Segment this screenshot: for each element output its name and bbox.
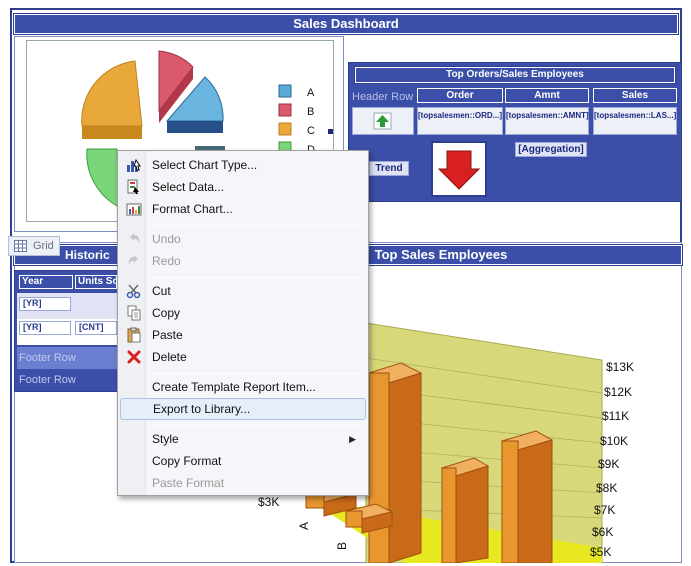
col-order[interactable]: Order — [417, 88, 503, 103]
trend-indicator[interactable] — [431, 141, 487, 197]
menu-format-chart[interactable]: Format Chart... — [120, 198, 366, 220]
paste-icon — [126, 327, 142, 343]
menu-copy[interactable]: Copy — [120, 302, 366, 324]
scissors-icon — [126, 283, 142, 299]
undo-icon — [126, 231, 142, 247]
menu-label: Delete — [152, 350, 187, 364]
menu-label: Copy Format — [152, 454, 222, 468]
menu-label: Create Template Report Item... — [152, 380, 316, 394]
menu-redo[interactable]: Redo — [120, 250, 366, 272]
bar-1 — [367, 362, 423, 564]
menu-delete[interactable]: Delete — [120, 346, 366, 368]
pie-slice-d — [86, 148, 120, 208]
menu-paste-format[interactable]: Paste Format — [120, 472, 366, 494]
copy-icon — [126, 305, 142, 321]
pie-legend: A B C D — [278, 84, 315, 156]
x-label-a: A — [297, 522, 311, 530]
legend-b: B — [307, 106, 314, 118]
menu-separator — [148, 425, 364, 426]
menu-select-chart-type[interactable]: Select Chart Type... — [120, 154, 366, 176]
hist-field-cnt[interactable]: [CNT] — [75, 321, 117, 335]
field-amnt[interactable]: [topsalesmen::AMNT] — [505, 107, 589, 135]
hist-footer-1: Footer Row — [17, 347, 117, 369]
menu-label: Style — [152, 432, 179, 446]
top-orders-table[interactable]: Top Orders/Sales Employees Header Row Or… — [348, 62, 682, 202]
legend-c: C — [307, 125, 315, 137]
trend-label[interactable]: Trend — [369, 161, 409, 176]
y-tick-3k: $3K — [258, 495, 279, 509]
legend-a: A — [307, 87, 315, 99]
menu-label: Paste Format — [152, 476, 225, 490]
menu-label: Format Chart... — [152, 202, 233, 216]
y-tick-11k: $11K — [602, 409, 629, 423]
menu-label: Select Chart Type... — [152, 158, 258, 172]
green-up-arrow-icon — [373, 112, 392, 130]
menu-paste[interactable]: Paste — [120, 324, 366, 346]
pie-slice-a — [81, 60, 143, 127]
menu-label: Export to Library... — [153, 402, 251, 416]
hist-col-units[interactable]: Units So — [75, 275, 117, 289]
resize-handle[interactable] — [328, 129, 333, 134]
up-arrow-cell — [352, 107, 414, 135]
y-tick-7k: $7K — [594, 503, 615, 517]
grid-icon — [14, 240, 27, 258]
y-tick-12k: $12K — [604, 385, 632, 399]
menu-undo[interactable]: Undo — [120, 228, 366, 250]
y-tick-8k: $8K — [596, 481, 617, 495]
historic-table[interactable]: Year Units So [YR] [YR] [CNT] Footer Row… — [14, 270, 118, 392]
menu-cut[interactable]: Cut — [120, 280, 366, 302]
chart-type-icon — [126, 157, 142, 173]
submenu-arrow-icon: ▶ — [349, 434, 356, 444]
dashboard-title: Sales Dashboard — [13, 13, 679, 35]
grid-tab-label: Grid — [33, 240, 54, 252]
format-chart-icon — [126, 201, 142, 217]
menu-export-library[interactable]: Export to Library... — [120, 398, 366, 420]
redo-icon — [126, 253, 142, 269]
hist-field-yr-2[interactable]: [YR] — [19, 321, 71, 335]
y-tick-6k: $6K — [592, 525, 613, 539]
delete-icon — [126, 349, 142, 365]
y-tick-9k: $9K — [598, 457, 619, 471]
menu-label: Redo — [152, 254, 181, 268]
hist-col-year[interactable]: Year — [19, 275, 73, 289]
menu-separator — [148, 277, 364, 278]
col-amnt[interactable]: Amnt — [505, 88, 589, 103]
menu-label: Undo — [152, 232, 181, 246]
col-sales[interactable]: Sales — [593, 88, 677, 103]
y-tick-13k: $13K — [606, 360, 634, 374]
orders-title: Top Orders/Sales Employees — [354, 66, 676, 84]
bar-2 — [440, 457, 490, 564]
hist-footer-2: Footer Row — [17, 369, 117, 391]
y-tick-10k: $10K — [600, 434, 628, 448]
menu-label: Cut — [152, 284, 171, 298]
menu-create-template[interactable]: Create Template Report Item... — [120, 376, 366, 398]
menu-separator — [148, 225, 364, 226]
select-data-icon — [126, 179, 142, 195]
menu-label: Paste — [152, 328, 183, 342]
field-order[interactable]: [topsalesmen::ORD...] — [417, 107, 503, 135]
pie-slice-c-dark — [167, 121, 223, 133]
menu-label: Select Data... — [152, 180, 225, 194]
field-sales[interactable]: [topsalesmen::LAS...] — [593, 107, 677, 135]
menu-style[interactable]: Style ▶ — [120, 428, 366, 450]
pie-slice-a-side — [82, 126, 142, 139]
aggregation-label[interactable]: [Aggregation] — [515, 142, 587, 157]
red-down-arrow-icon — [437, 150, 481, 190]
hist-field-yr-1[interactable]: [YR] — [19, 297, 71, 311]
x-label-b: B — [335, 542, 349, 550]
grid-tab[interactable]: Grid — [8, 236, 60, 256]
menu-label: Copy — [152, 306, 181, 320]
context-menu[interactable]: Select Chart Type... Select Data... Form… — [117, 150, 369, 496]
header-row-label: Header Row — [352, 91, 414, 103]
y-tick-5k: $5K — [590, 545, 611, 559]
bar-3 — [500, 430, 554, 564]
menu-separator — [148, 373, 364, 374]
menu-select-data[interactable]: Select Data... — [120, 176, 366, 198]
menu-copy-format[interactable]: Copy Format — [120, 450, 366, 472]
